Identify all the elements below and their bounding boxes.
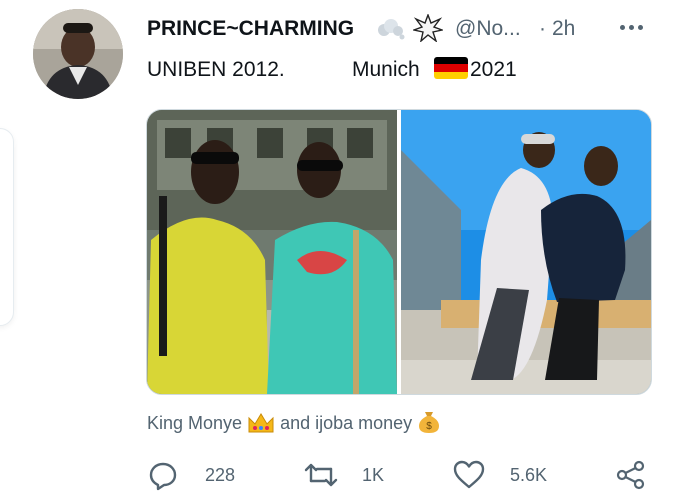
svg-text:$: $ — [426, 421, 432, 432]
photo-right[interactable] — [401, 110, 651, 394]
tweet-text-year: 2021 — [470, 58, 517, 81]
media-grid — [146, 109, 652, 395]
more-dot-icon — [638, 25, 643, 30]
heart-icon — [453, 460, 485, 489]
like-button[interactable]: 5.6K — [452, 459, 562, 491]
separator-dot: · — [539, 17, 546, 40]
tweet-text-left: UNIBEN 2012. — [147, 58, 285, 81]
photo-left[interactable] — [147, 110, 397, 394]
more-options-button[interactable] — [617, 16, 647, 40]
reply-icon — [149, 462, 177, 491]
crown-icon — [248, 413, 274, 433]
tweet-text-city: Munich — [352, 58, 420, 81]
avatar-photo — [33, 9, 123, 99]
timestamp[interactable]: 2h — [552, 17, 575, 41]
user-handle[interactable]: @No... — [455, 17, 521, 41]
display-name[interactable]: PRINCE~CHARMING — [147, 17, 354, 41]
dashing-away-icon — [378, 19, 405, 40]
caption-text-2: and ijoba money — [280, 413, 413, 433]
adjacent-card-edge — [0, 128, 14, 326]
like-count: 5.6K — [510, 465, 548, 485]
germany-flag-icon — [434, 57, 468, 79]
caption-text-1: King Monye — [147, 413, 243, 433]
more-dot-icon — [629, 25, 634, 30]
tweet-header: PRINCE~CHARMING @No... · 2h — [147, 14, 677, 44]
retweet-button[interactable]: 1K — [303, 459, 403, 491]
avatar[interactable] — [33, 9, 123, 99]
share-button[interactable] — [614, 459, 654, 491]
anger-burst-icon — [413, 14, 443, 42]
retweet-icon — [304, 463, 338, 487]
reply-button[interactable]: 228 — [147, 459, 247, 491]
share-icon — [616, 460, 645, 490]
reply-count: 228 — [205, 465, 236, 485]
caption: King Monye and ijoba money $ — [147, 408, 441, 434]
more-dot-icon — [620, 25, 625, 30]
money-bag-icon: $ — [419, 412, 440, 433]
retweet-count: 1K — [362, 465, 385, 485]
